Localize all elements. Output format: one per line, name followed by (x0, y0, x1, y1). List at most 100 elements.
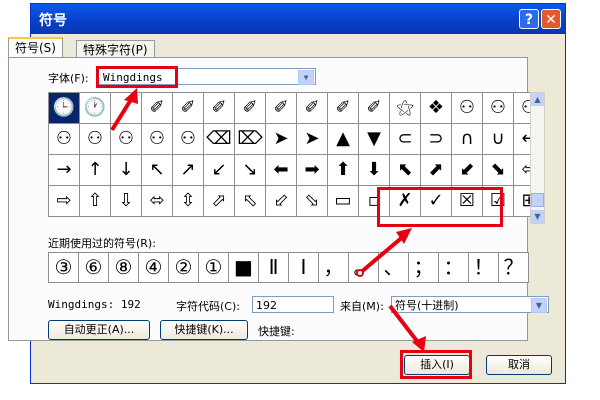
symbol-cell[interactable]: ❖ (420, 92, 452, 124)
symbol-cell[interactable]: ✐ (172, 92, 204, 124)
symbol-cell[interactable]: ⚇ (79, 123, 111, 155)
symbol-cell[interactable]: ⚇ (451, 92, 483, 124)
symbol-cell[interactable]: ⇨ (48, 185, 80, 217)
recent-symbol-cell[interactable]: ■ (228, 252, 259, 283)
symbol-cell[interactable]: ✐ (265, 92, 297, 124)
symbol-cell[interactable]: ⌫ (203, 123, 235, 155)
window-title: 符号 (39, 13, 67, 29)
symbol-cell[interactable]: ➤ (296, 123, 328, 155)
recent-row: ③ ⑥ ⑧ ④ ② ① ■ Ⅱ Ⅰ，。、；：！？ (48, 252, 529, 283)
symbol-cell[interactable]: ⇩ (110, 185, 142, 217)
scroll-down-icon[interactable]: ▼ (531, 210, 544, 223)
recent-symbol-cell[interactable]: ③ (48, 252, 79, 283)
recent-symbol-cell[interactable]: ！ (468, 252, 499, 283)
recent-symbol-cell[interactable]: Ⅱ (258, 252, 289, 283)
grid-scrollbar[interactable]: ▲ ▼ (530, 92, 545, 224)
symbol-cell[interactable]: ⬇ (358, 154, 390, 186)
symbol-cell[interactable]: ✐ (203, 92, 235, 124)
symbol-cell[interactable]: ⚇ (172, 123, 204, 155)
recent-symbol-cell[interactable]: ； (408, 252, 439, 283)
symbol-cell[interactable] (110, 92, 142, 124)
symbol-cell[interactable]: ⚇ (482, 92, 514, 124)
scroll-thumb[interactable] (531, 193, 544, 207)
recent-symbols: ③ ⑥ ⑧ ④ ② ① ■ Ⅱ Ⅰ，。、；：！？ (48, 252, 529, 283)
symbol-cell[interactable]: ∪ (482, 123, 514, 155)
symbol-cell[interactable]: ⬉ (389, 154, 421, 186)
symbol-cell[interactable]: ➡ (296, 154, 328, 186)
shortcut-label: 快捷键: (258, 325, 295, 338)
symbol-cell[interactable]: 🕒 (48, 92, 80, 124)
chevron-down-icon[interactable]: ▼ (298, 70, 314, 85)
symbol-cell[interactable]: ▭ (327, 185, 359, 217)
symbol-cell[interactable]: ⚇ (141, 123, 173, 155)
symbol-cell[interactable]: ↘ (234, 154, 266, 186)
recent-symbol-cell[interactable]: 、 (378, 252, 409, 283)
tab-symbols[interactable]: 符号(S) (8, 37, 63, 58)
highlight-insert-box (400, 350, 472, 379)
symbol-cell[interactable]: → (48, 154, 80, 186)
symbol-cell[interactable]: ⇳ (172, 185, 204, 217)
title-bar: 符号 ? ✕ (31, 4, 565, 34)
symbol-cell[interactable]: ⊃ (420, 123, 452, 155)
symbol-cell[interactable]: ∩ (451, 123, 483, 155)
shortcut-key-button[interactable]: 快捷键(K)... (160, 320, 248, 340)
recent-symbol-cell[interactable]: ① (198, 252, 229, 283)
symbol-cell[interactable]: ▼ (358, 123, 390, 155)
symbol-cell[interactable]: ⚇ (110, 123, 142, 155)
symbol-cell[interactable]: ✐ (234, 92, 266, 124)
recent-symbol-cell[interactable]: ② (168, 252, 199, 283)
symbol-cell[interactable]: ⬃ (265, 185, 297, 217)
symbol-cell[interactable]: ⬁ (234, 185, 266, 217)
autocorrect-button[interactable]: 自动更正(A)... (48, 320, 150, 340)
recent-symbol-cell[interactable]: ， (318, 252, 349, 283)
symbol-cell[interactable]: ⊂ (389, 123, 421, 155)
recent-symbol-cell[interactable]: ？ (498, 252, 529, 283)
symbol-cell[interactable]: 🕐 (79, 92, 111, 124)
from-value: 符号(十进制) (395, 299, 459, 312)
symbol-cell[interactable]: ↖ (141, 154, 173, 186)
highlight-symbols-box (377, 187, 503, 227)
symbol-cell[interactable]: ⇧ (79, 185, 111, 217)
symbol-cell[interactable]: ⚝ (389, 92, 421, 124)
symbol-cell[interactable]: ↗ (172, 154, 204, 186)
symbol-cell[interactable]: ➤ (265, 123, 297, 155)
close-button[interactable]: ✕ (541, 9, 561, 29)
char-code-input[interactable]: 192 (252, 296, 334, 313)
recent-symbol-cell[interactable]: ⑥ (78, 252, 109, 283)
chevron-down-icon[interactable]: ▼ (531, 298, 547, 313)
recent-symbol-cell[interactable]: ： (438, 252, 469, 283)
from-dropdown[interactable]: 符号(十进制) ▼ (391, 296, 549, 313)
recent-symbol-cell[interactable]: ④ (138, 252, 169, 283)
symbol-cell[interactable]: ↑ (79, 154, 111, 186)
symbol-cell[interactable]: ⬋ (451, 154, 483, 186)
grid-row: 🕒 🕐 ✐ ✐ ✐ ✐ ✐ ✐ ✐ ✐ ⚝ ❖ ⚇ ⚇ ⚇ (48, 92, 545, 124)
recent-symbol-cell[interactable]: 。 (348, 252, 379, 283)
symbol-cell[interactable]: ↙ (203, 154, 235, 186)
symbol-cell[interactable]: ↓ (110, 154, 142, 186)
symbol-cell[interactable]: ⬅ (265, 154, 297, 186)
symbol-cell[interactable]: ✐ (358, 92, 390, 124)
recent-symbol-cell[interactable]: ⑧ (108, 252, 139, 283)
from-label: 来自(M): (340, 300, 384, 313)
font-label: 字体(F): (48, 72, 89, 85)
symbol-cell[interactable]: ✐ (327, 92, 359, 124)
char-code-label: 字符代码(C): (176, 300, 240, 313)
scroll-up-icon[interactable]: ▲ (531, 93, 544, 106)
symbol-cell[interactable]: ⬀ (203, 185, 235, 217)
symbol-cell[interactable]: ✐ (141, 92, 173, 124)
grid-row: ⚇ ⚇ ⚇ ⚇ ⚇ ⌫ ⌦ ➤ ➤ ▲ ▼ ⊂ ⊃ ∩ ∪ ← (48, 123, 545, 155)
symbol-cell[interactable]: ⬈ (420, 154, 452, 186)
cancel-button[interactable]: 取消 (486, 355, 552, 375)
help-button[interactable]: ? (519, 9, 539, 29)
symbol-cell[interactable]: ⬂ (296, 185, 328, 217)
recent-symbol-cell[interactable]: Ⅰ (288, 252, 319, 283)
symbol-cell[interactable]: ⬊ (482, 154, 514, 186)
symbol-cell[interactable]: ✐ (296, 92, 328, 124)
symbol-cell[interactable]: ⬄ (141, 185, 173, 217)
symbol-cell[interactable]: ⚇ (48, 123, 80, 155)
grid-row: → ↑ ↓ ↖ ↗ ↙ ↘ ⬅ ➡ ⬆ ⬇ ⬉ ⬈ ⬋ ⬊ ⇦ (48, 154, 545, 186)
symbol-cell[interactable]: ⌦ (234, 123, 266, 155)
highlight-font-box (96, 66, 178, 88)
symbol-cell[interactable]: ▲ (327, 123, 359, 155)
symbol-cell[interactable]: ⬆ (327, 154, 359, 186)
